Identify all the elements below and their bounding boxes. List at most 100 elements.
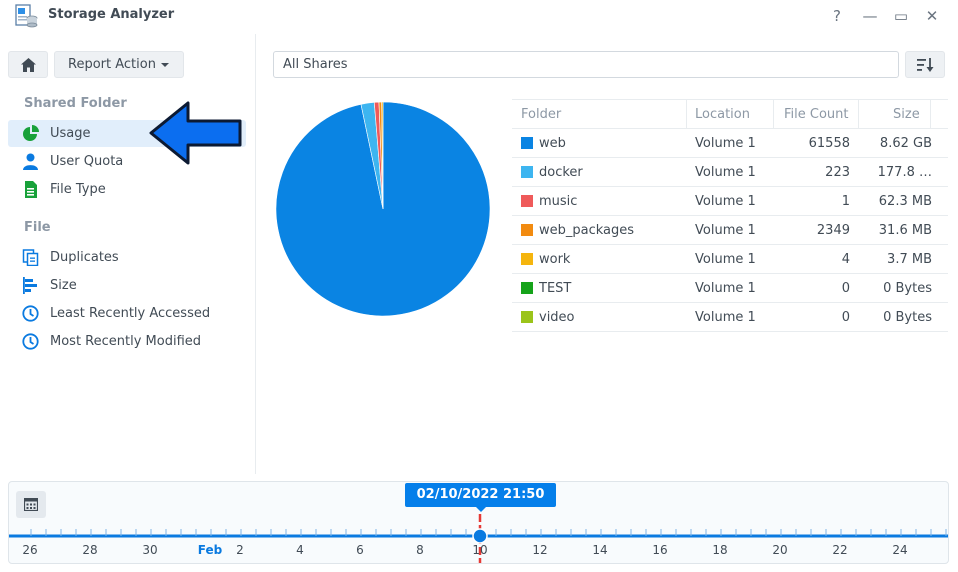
folder-file-count: 1 xyxy=(841,194,850,209)
folder-name: web xyxy=(539,136,566,151)
home-button[interactable] xyxy=(8,51,48,78)
folder-location: Volume 1 xyxy=(695,252,756,267)
timeline-day-label: 28 xyxy=(82,543,98,557)
folder-size: 0 Bytes xyxy=(883,310,932,325)
folder-name: video xyxy=(539,310,575,325)
user-icon xyxy=(23,153,38,170)
sidebar-item-label: Size xyxy=(50,278,77,293)
sidebar-item-duplicates[interactable]: Duplicates xyxy=(8,244,246,271)
folder-file-count: 223 xyxy=(825,165,850,180)
folder-location: Volume 1 xyxy=(695,165,756,180)
minimize-button[interactable]: — xyxy=(859,6,881,26)
table-row[interactable]: docker Volume 1 223 177.8 … xyxy=(512,158,948,187)
title-bar: Storage Analyzer ? — ▭ ✕ xyxy=(0,0,958,34)
timeline-day-label: 8 xyxy=(416,543,424,557)
sidebar-item-most-recently-modified[interactable]: Most Recently Modified xyxy=(8,328,246,355)
timeline-day-label: 24 xyxy=(892,543,908,557)
sidebar-item-label: Usage xyxy=(50,126,91,141)
folder-file-count: 0 xyxy=(841,310,850,325)
folder-color-swatch xyxy=(521,282,533,294)
pie-chart-icon xyxy=(23,125,39,141)
close-button[interactable]: ✕ xyxy=(921,6,943,26)
share-filter-select[interactable]: All Shares xyxy=(273,51,899,78)
datetime-pointer xyxy=(475,506,487,512)
folder-color-swatch xyxy=(521,253,533,265)
timeline-slider-handle[interactable] xyxy=(472,528,488,544)
folder-location: Volume 1 xyxy=(695,136,756,151)
timeline-day-label: 6 xyxy=(356,543,364,557)
folder-size: 31.6 MB xyxy=(878,223,932,238)
sort-icon xyxy=(917,58,934,72)
folder-location: Volume 1 xyxy=(695,281,756,296)
folder-file-count: 61558 xyxy=(808,136,850,151)
table-row[interactable]: web_packages Volume 1 2349 31.6 MB xyxy=(512,216,948,245)
timeline-day-label: 10 xyxy=(472,543,488,557)
sidebar-item-label: Most Recently Modified xyxy=(50,334,202,349)
sidebar-item-label: Duplicates xyxy=(50,250,119,265)
folder-file-count: 0 xyxy=(841,281,850,296)
timeline-day-label: 20 xyxy=(772,543,788,557)
table-row[interactable]: video Volume 1 0 0 Bytes xyxy=(512,303,948,332)
sort-button[interactable] xyxy=(905,51,945,78)
folder-size: 177.8 … xyxy=(877,165,932,180)
sidebar-item-least-recently-accessed[interactable]: Least Recently Accessed xyxy=(8,300,246,327)
folder-color-swatch xyxy=(521,166,533,178)
folder-color-swatch xyxy=(521,311,533,323)
folder-name: docker xyxy=(539,165,583,180)
file-type-icon xyxy=(25,181,37,198)
table-row[interactable]: TEST Volume 1 0 0 Bytes xyxy=(512,274,948,303)
folder-file-count: 4 xyxy=(841,252,850,267)
column-header-folder[interactable]: Folder xyxy=(521,107,561,122)
table-row[interactable]: web Volume 1 61558 8.62 GB xyxy=(512,129,948,158)
column-divider xyxy=(686,100,687,129)
clock-icon xyxy=(22,333,39,350)
timeline-day-label: 26 xyxy=(22,543,38,557)
folder-file-count: 2349 xyxy=(816,223,850,238)
folder-size: 8.62 GB xyxy=(879,136,932,151)
usage-pie-chart xyxy=(275,101,491,317)
folder-size: 3.7 MB xyxy=(887,252,932,267)
column-divider xyxy=(858,100,859,129)
shared-folder-section-title: Shared Folder xyxy=(24,96,127,111)
window-title: Storage Analyzer xyxy=(48,7,175,22)
sidebar-item-label: User Quota xyxy=(50,154,124,169)
folder-size: 0 Bytes xyxy=(883,281,932,296)
report-action-button[interactable]: Report Action xyxy=(54,51,184,78)
folder-name: TEST xyxy=(539,281,572,296)
timeline-day-label: 18 xyxy=(712,543,728,557)
home-icon xyxy=(21,58,36,72)
sidebar-item-label: File Type xyxy=(50,182,106,197)
folder-name: work xyxy=(539,252,571,267)
timeline-day-label: 22 xyxy=(832,543,848,557)
chevron-down-icon xyxy=(160,62,169,67)
column-header-file-count[interactable]: File Count xyxy=(784,107,849,122)
maximize-button[interactable]: ▭ xyxy=(890,6,912,26)
storage-analyzer-app-icon xyxy=(15,4,38,28)
folder-location: Volume 1 xyxy=(695,223,756,238)
folder-location: Volume 1 xyxy=(695,194,756,209)
snapshot-timeline: 02/10/2022 21:50 26 28 30 Feb 2 4 6 8 10 12 14 16 18… xyxy=(8,481,949,564)
timeline-day-label: 30 xyxy=(142,543,158,557)
timeline-day-label: 2 xyxy=(236,543,244,557)
folder-usage-table: Folder Location File Count Size web Volum… xyxy=(512,99,948,332)
column-header-location[interactable]: Location xyxy=(695,107,750,122)
left-arrow-icon xyxy=(149,101,242,165)
folder-color-swatch xyxy=(521,137,533,149)
clock-icon xyxy=(22,305,39,322)
size-bars-icon xyxy=(23,277,37,294)
folder-location: Volume 1 xyxy=(695,310,756,325)
column-header-size[interactable]: Size xyxy=(893,107,920,122)
timeline-day-label: 4 xyxy=(296,543,304,557)
help-button[interactable]: ? xyxy=(826,6,848,26)
timeline-day-label: 16 xyxy=(652,543,668,557)
file-section-title: File xyxy=(24,220,51,235)
column-divider xyxy=(930,100,931,129)
timeline-day-label: 12 xyxy=(532,543,548,557)
table-row[interactable]: music Volume 1 1 62.3 MB xyxy=(512,187,948,216)
folder-color-swatch xyxy=(521,195,533,207)
sidebar-item-file-type[interactable]: File Type xyxy=(8,176,246,203)
table-header: Folder Location File Count Size xyxy=(512,99,948,129)
table-row[interactable]: work Volume 1 4 3.7 MB xyxy=(512,245,948,274)
timeline-day-label: 14 xyxy=(592,543,608,557)
sidebar-item-size[interactable]: Size xyxy=(8,272,246,299)
